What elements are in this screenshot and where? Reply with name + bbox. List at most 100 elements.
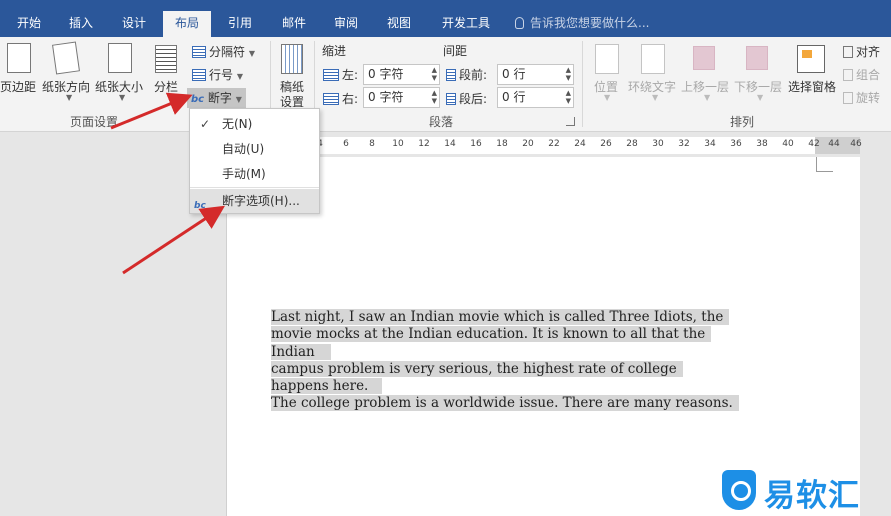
tab-layout[interactable]: 布局	[163, 11, 211, 37]
spin-arrows-icon[interactable]: ▲ ▼	[566, 66, 571, 82]
tab-view[interactable]: 视图	[378, 12, 420, 37]
ruler-tick: 28	[626, 139, 638, 149]
hyphenation-options-icon: bc	[194, 201, 206, 211]
arrange-group-label: 排列	[730, 115, 755, 129]
spacing-after-input[interactable]: 0 行 ▲ ▼	[497, 87, 574, 108]
indent-right-input[interactable]: 0 字符 ▲ ▼	[363, 87, 440, 108]
align-button[interactable]: 对齐	[843, 43, 880, 60]
hyphenation-button[interactable]: bc 断字 ▼	[187, 88, 246, 108]
menu-item-auto-label: 自动(U)	[222, 142, 265, 156]
breaks-caret-icon: ▼	[248, 49, 255, 58]
doc-line: Indian	[271, 343, 331, 360]
tab-insert[interactable]: 插入	[60, 12, 102, 37]
rotate-button[interactable]: 旋转	[843, 89, 880, 106]
indent-right-icon	[323, 93, 339, 105]
menu-item-none[interactable]: ✓ 无(N)	[190, 112, 319, 136]
document-body[interactable]: Last night, I saw an Indian movie which …	[271, 309, 739, 413]
ruler-tick: 16	[470, 139, 482, 149]
selection-pane-button[interactable]: 选择窗格	[788, 78, 836, 95]
ruler-tick: 22	[548, 139, 560, 149]
spacing-after-icon	[446, 93, 456, 105]
hyphenation-caret-icon: ▼	[235, 95, 242, 104]
draft-paper-icon	[281, 44, 303, 74]
ruler-tick: 42	[808, 139, 820, 149]
ribbon-tab-bar: 开始 插入 设计 布局 引用 邮件 审阅 视图 开发工具 告诉我您想要做什么..…	[0, 0, 891, 37]
spacing-before-label: 段前:	[446, 66, 487, 83]
spin-arrows-icon[interactable]: ▲ ▼	[432, 66, 437, 82]
wrap-text-icon	[641, 44, 665, 74]
send-backward-icon	[746, 46, 768, 70]
ruler-tick: 38	[756, 139, 768, 149]
menu-item-auto[interactable]: 自动(U)	[190, 137, 319, 161]
watermark-text: 易软汇	[764, 478, 860, 514]
paragraph-dialog-launcher-icon[interactable]	[566, 117, 575, 126]
spacing-before-icon	[446, 69, 456, 81]
ruler-tick: 8	[369, 139, 375, 149]
ruler-tick: 34	[704, 139, 716, 149]
margins-button[interactable]: 页边距	[0, 78, 36, 95]
menu-item-options-label: 断字选项(H)...	[222, 194, 300, 208]
menu-item-manual[interactable]: 手动(M)	[190, 162, 319, 186]
watermark-shield-icon	[722, 470, 756, 510]
columns-icon	[155, 45, 177, 73]
tab-design[interactable]: 设计	[113, 12, 155, 37]
send-backward-caret-icon: ▼	[757, 93, 764, 102]
indent-title: 缩进	[322, 44, 347, 58]
spacing-before-value: 0 行	[502, 67, 526, 81]
position-caret-icon: ▼	[604, 93, 611, 102]
lightbulb-icon	[515, 17, 524, 29]
line-numbers-button[interactable]: 行号 ▼	[192, 66, 243, 83]
selection-pane-icon	[797, 45, 825, 73]
line-numbers-caret-icon: ▼	[236, 72, 243, 81]
tab-home[interactable]: 开始	[8, 12, 50, 37]
breaks-label: 分隔符	[209, 45, 246, 59]
ruler-tick: 6	[343, 139, 349, 149]
ruler-tick: 18	[496, 139, 508, 149]
size-icon	[108, 43, 132, 73]
doc-line: The college problem is a worldwide issue…	[271, 395, 739, 412]
paragraph-group-label: 段落	[429, 115, 454, 129]
tab-developer[interactable]: 开发工具	[436, 12, 496, 37]
ruler-tick: 26	[600, 139, 612, 149]
margins-icon	[7, 43, 31, 73]
group-button[interactable]: 组合	[843, 66, 880, 83]
tell-me-text: 告诉我您想要做什么...	[530, 16, 650, 30]
breaks-button[interactable]: 分隔符 ▼	[192, 43, 255, 60]
menu-item-manual-label: 手动(M)	[222, 167, 266, 181]
spin-arrows-icon[interactable]: ▲ ▼	[432, 89, 437, 105]
ruler-tick: 10	[392, 139, 404, 149]
tell-me-search[interactable]: 告诉我您想要做什么...	[515, 12, 649, 34]
doc-line: movie mocks at the Indian education. It …	[271, 326, 712, 343]
indent-left-text: 左:	[342, 68, 359, 82]
indent-left-label: 左:	[323, 66, 358, 83]
position-icon	[595, 44, 619, 74]
spacing-before-text: 段前:	[459, 68, 488, 82]
tab-mailings[interactable]: 邮件	[273, 12, 315, 37]
indent-left-value: 0 字符	[368, 67, 404, 81]
horizontal-ruler[interactable]: 4 6 8 10 12 14 16 18 20 22 24 26 28 30 3…	[226, 137, 862, 154]
ruler-tick: 44	[828, 139, 840, 149]
rotate-label: 旋转	[856, 91, 881, 105]
doc-line: happens here.	[271, 378, 383, 395]
orientation-icon	[52, 41, 80, 75]
spacing-before-input[interactable]: 0 行 ▲ ▼	[497, 64, 574, 85]
menu-divider	[190, 187, 319, 188]
checkmark-icon: ✓	[200, 117, 211, 131]
align-label: 对齐	[856, 45, 881, 59]
page-corner-mark	[816, 157, 833, 172]
tab-review[interactable]: 审阅	[325, 12, 367, 37]
spin-arrows-icon[interactable]: ▲ ▼	[566, 89, 571, 105]
hyphenation-icon: bc	[191, 94, 205, 105]
spacing-after-value: 0 行	[502, 90, 526, 104]
orientation-caret-icon: ▼	[66, 93, 73, 102]
ruler-tick: 32	[678, 139, 690, 149]
separator	[582, 41, 583, 127]
spacing-after-text: 段后:	[459, 92, 488, 106]
line-numbers-label: 行号	[209, 68, 234, 82]
doc-line: campus problem is very serious, the high…	[271, 360, 683, 377]
indent-left-input[interactable]: 0 字符 ▲ ▼	[363, 64, 440, 85]
columns-button[interactable]: 分栏	[154, 78, 178, 95]
menu-item-hyphenation-options[interactable]: bc 断字选项(H)...	[190, 189, 319, 213]
ruler-tick: 36	[730, 139, 742, 149]
tab-references[interactable]: 引用	[219, 12, 261, 37]
